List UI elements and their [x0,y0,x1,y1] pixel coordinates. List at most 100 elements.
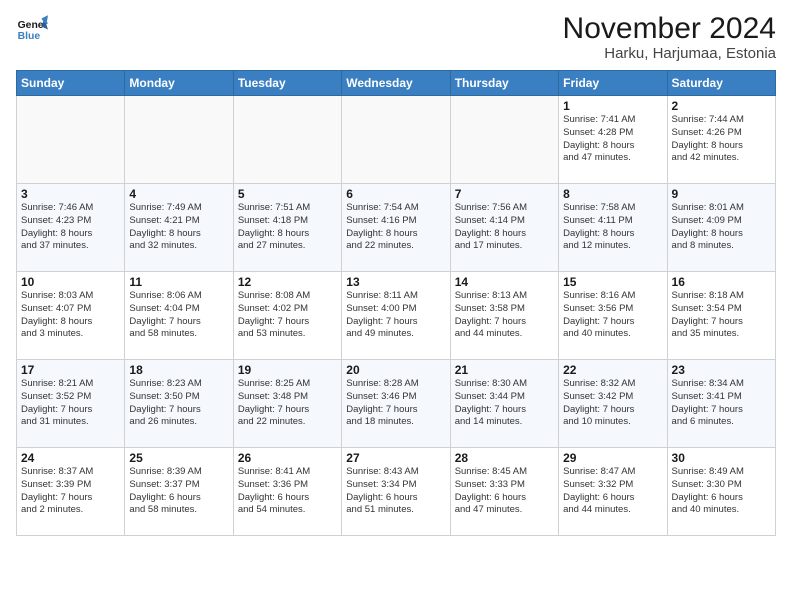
day-info: Sunrise: 8:43 AM Sunset: 3:34 PM Dayligh… [346,466,445,517]
calendar-cell: 30Sunrise: 8:49 AM Sunset: 3:30 PM Dayli… [667,448,775,536]
calendar-cell: 20Sunrise: 8:28 AM Sunset: 3:46 PM Dayli… [342,360,450,448]
day-info: Sunrise: 8:13 AM Sunset: 3:58 PM Dayligh… [455,290,554,341]
day-info: Sunrise: 8:39 AM Sunset: 3:37 PM Dayligh… [129,466,228,517]
calendar-cell: 19Sunrise: 8:25 AM Sunset: 3:48 PM Dayli… [233,360,341,448]
day-number: 12 [238,275,337,289]
day-number: 13 [346,275,445,289]
day-info: Sunrise: 8:32 AM Sunset: 3:42 PM Dayligh… [563,378,662,429]
calendar-cell: 13Sunrise: 8:11 AM Sunset: 4:00 PM Dayli… [342,272,450,360]
day-number: 8 [563,187,662,201]
logo: General Blue [16,12,48,44]
subtitle: Harku, Harjumaa, Estonia [563,45,776,62]
day-info: Sunrise: 8:30 AM Sunset: 3:44 PM Dayligh… [455,378,554,429]
calendar-cell: 8Sunrise: 7:58 AM Sunset: 4:11 PM Daylig… [559,184,667,272]
day-info: Sunrise: 8:28 AM Sunset: 3:46 PM Dayligh… [346,378,445,429]
calendar-table: SundayMondayTuesdayWednesdayThursdayFrid… [16,70,776,536]
calendar-week-row: 3Sunrise: 7:46 AM Sunset: 4:23 PM Daylig… [17,184,776,272]
day-number: 7 [455,187,554,201]
calendar-week-row: 1Sunrise: 7:41 AM Sunset: 4:28 PM Daylig… [17,96,776,184]
day-number: 19 [238,363,337,377]
calendar-day-header: Monday [125,71,233,96]
calendar-cell: 11Sunrise: 8:06 AM Sunset: 4:04 PM Dayli… [125,272,233,360]
calendar-cell: 14Sunrise: 8:13 AM Sunset: 3:58 PM Dayli… [450,272,558,360]
day-info: Sunrise: 8:25 AM Sunset: 3:48 PM Dayligh… [238,378,337,429]
main-title: November 2024 [563,12,776,45]
calendar-cell: 28Sunrise: 8:45 AM Sunset: 3:33 PM Dayli… [450,448,558,536]
day-number: 25 [129,451,228,465]
day-number: 21 [455,363,554,377]
calendar-cell: 25Sunrise: 8:39 AM Sunset: 3:37 PM Dayli… [125,448,233,536]
day-info: Sunrise: 7:49 AM Sunset: 4:21 PM Dayligh… [129,202,228,253]
calendar-cell: 27Sunrise: 8:43 AM Sunset: 3:34 PM Dayli… [342,448,450,536]
day-number: 4 [129,187,228,201]
day-number: 10 [21,275,120,289]
calendar-day-header: Tuesday [233,71,341,96]
day-number: 24 [21,451,120,465]
day-number: 14 [455,275,554,289]
day-number: 22 [563,363,662,377]
page-header: General Blue November 2024 Harku, Harjum… [16,12,776,62]
day-number: 16 [672,275,771,289]
day-number: 17 [21,363,120,377]
calendar-cell [125,96,233,184]
day-info: Sunrise: 7:46 AM Sunset: 4:23 PM Dayligh… [21,202,120,253]
day-number: 28 [455,451,554,465]
day-info: Sunrise: 7:54 AM Sunset: 4:16 PM Dayligh… [346,202,445,253]
calendar-cell [17,96,125,184]
day-info: Sunrise: 7:56 AM Sunset: 4:14 PM Dayligh… [455,202,554,253]
day-info: Sunrise: 8:01 AM Sunset: 4:09 PM Dayligh… [672,202,771,253]
day-info: Sunrise: 8:23 AM Sunset: 3:50 PM Dayligh… [129,378,228,429]
calendar-cell: 17Sunrise: 8:21 AM Sunset: 3:52 PM Dayli… [17,360,125,448]
calendar-cell: 10Sunrise: 8:03 AM Sunset: 4:07 PM Dayli… [17,272,125,360]
calendar-cell: 29Sunrise: 8:47 AM Sunset: 3:32 PM Dayli… [559,448,667,536]
calendar-week-row: 17Sunrise: 8:21 AM Sunset: 3:52 PM Dayli… [17,360,776,448]
day-number: 27 [346,451,445,465]
calendar-cell [342,96,450,184]
calendar-day-header: Thursday [450,71,558,96]
calendar-cell: 21Sunrise: 8:30 AM Sunset: 3:44 PM Dayli… [450,360,558,448]
calendar-cell: 22Sunrise: 8:32 AM Sunset: 3:42 PM Dayli… [559,360,667,448]
day-info: Sunrise: 8:41 AM Sunset: 3:36 PM Dayligh… [238,466,337,517]
day-info: Sunrise: 8:47 AM Sunset: 3:32 PM Dayligh… [563,466,662,517]
calendar-day-header: Sunday [17,71,125,96]
day-info: Sunrise: 7:51 AM Sunset: 4:18 PM Dayligh… [238,202,337,253]
day-info: Sunrise: 7:41 AM Sunset: 4:28 PM Dayligh… [563,114,662,165]
calendar-cell: 7Sunrise: 7:56 AM Sunset: 4:14 PM Daylig… [450,184,558,272]
calendar-cell: 16Sunrise: 8:18 AM Sunset: 3:54 PM Dayli… [667,272,775,360]
calendar-cell [450,96,558,184]
day-number: 1 [563,99,662,113]
day-info: Sunrise: 8:49 AM Sunset: 3:30 PM Dayligh… [672,466,771,517]
calendar-cell: 5Sunrise: 7:51 AM Sunset: 4:18 PM Daylig… [233,184,341,272]
calendar-cell: 26Sunrise: 8:41 AM Sunset: 3:36 PM Dayli… [233,448,341,536]
svg-text:Blue: Blue [18,31,41,42]
calendar-day-header: Saturday [667,71,775,96]
calendar-cell: 23Sunrise: 8:34 AM Sunset: 3:41 PM Dayli… [667,360,775,448]
calendar-week-row: 10Sunrise: 8:03 AM Sunset: 4:07 PM Dayli… [17,272,776,360]
calendar-cell: 6Sunrise: 7:54 AM Sunset: 4:16 PM Daylig… [342,184,450,272]
day-number: 29 [563,451,662,465]
calendar-cell: 24Sunrise: 8:37 AM Sunset: 3:39 PM Dayli… [17,448,125,536]
day-info: Sunrise: 8:08 AM Sunset: 4:02 PM Dayligh… [238,290,337,341]
day-info: Sunrise: 7:58 AM Sunset: 4:11 PM Dayligh… [563,202,662,253]
day-number: 26 [238,451,337,465]
day-number: 6 [346,187,445,201]
day-info: Sunrise: 8:18 AM Sunset: 3:54 PM Dayligh… [672,290,771,341]
day-info: Sunrise: 8:34 AM Sunset: 3:41 PM Dayligh… [672,378,771,429]
calendar-cell: 3Sunrise: 7:46 AM Sunset: 4:23 PM Daylig… [17,184,125,272]
calendar-day-header: Wednesday [342,71,450,96]
calendar-cell: 12Sunrise: 8:08 AM Sunset: 4:02 PM Dayli… [233,272,341,360]
day-info: Sunrise: 8:37 AM Sunset: 3:39 PM Dayligh… [21,466,120,517]
day-info: Sunrise: 8:11 AM Sunset: 4:00 PM Dayligh… [346,290,445,341]
day-number: 30 [672,451,771,465]
day-number: 18 [129,363,228,377]
calendar-cell: 9Sunrise: 8:01 AM Sunset: 4:09 PM Daylig… [667,184,775,272]
calendar-cell: 1Sunrise: 7:41 AM Sunset: 4:28 PM Daylig… [559,96,667,184]
calendar-cell: 18Sunrise: 8:23 AM Sunset: 3:50 PM Dayli… [125,360,233,448]
day-info: Sunrise: 8:06 AM Sunset: 4:04 PM Dayligh… [129,290,228,341]
day-number: 11 [129,275,228,289]
day-number: 3 [21,187,120,201]
day-info: Sunrise: 7:44 AM Sunset: 4:26 PM Dayligh… [672,114,771,165]
day-number: 5 [238,187,337,201]
day-number: 2 [672,99,771,113]
calendar-cell: 2Sunrise: 7:44 AM Sunset: 4:26 PM Daylig… [667,96,775,184]
